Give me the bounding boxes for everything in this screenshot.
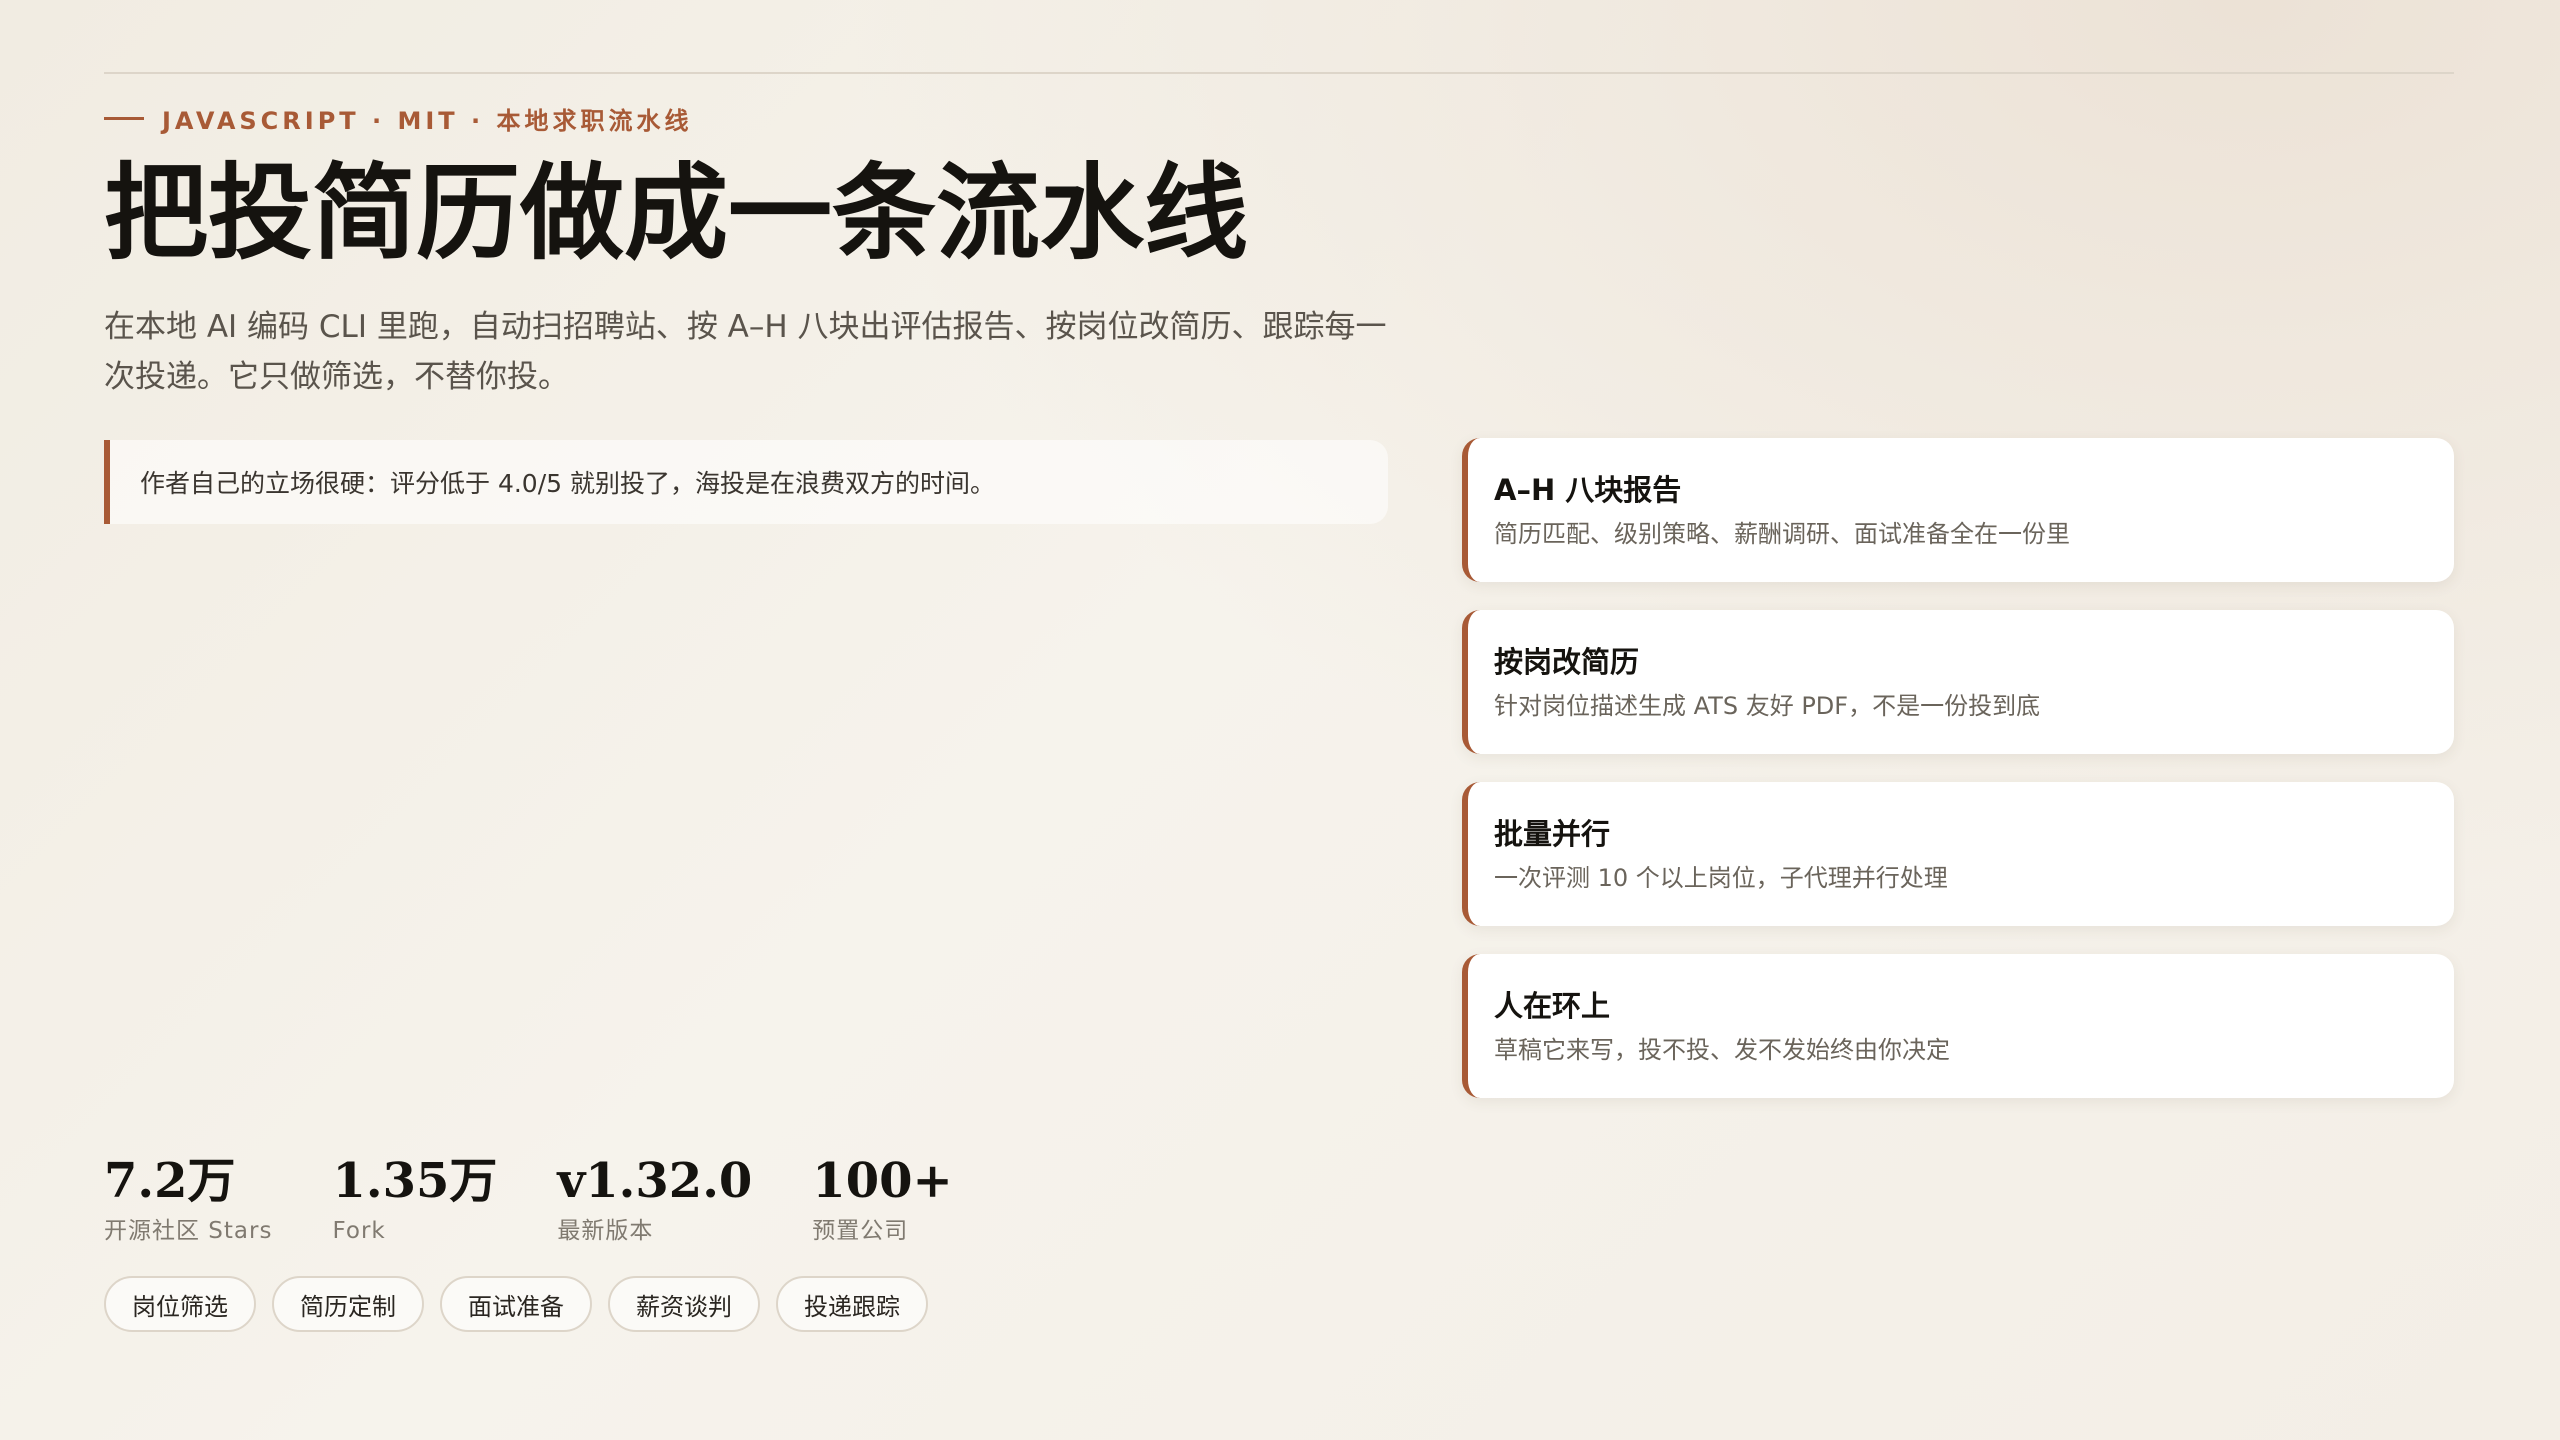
tag-salary-negotiation[interactable]: 薪资谈判 [608,1276,760,1332]
tag-resume-customization[interactable]: 简历定制 [272,1276,424,1332]
tag-job-screening[interactable]: 岗位筛选 [104,1276,256,1332]
stat-version: v1.32.0 最新版本 [557,1148,752,1248]
feature-card: 按岗改简历 针对岗位描述生成 ATS 友好 PDF，不是一份投到底 [1462,610,2454,754]
stat-stars: 7.2万 开源社区 Stars [104,1148,272,1248]
stat-value: 100+ [812,1153,953,1209]
feature-cards: A–H 八块报告 简历匹配、级别策略、薪酬调研、面试准备全在一份里 按岗改简历 … [1462,438,2454,1098]
stat-label: Fork [332,1218,386,1244]
stat-value: 1.35万 [332,1153,498,1209]
tag-application-tracking[interactable]: 投递跟踪 [776,1276,928,1332]
feature-card-title: 人在环上 [1494,989,1611,1023]
stat-value: 7.2万 [104,1153,236,1209]
page-title: 把投简历做成一条流水线 [104,151,1249,274]
stat-forks: 1.35万 Fork [332,1148,497,1248]
feature-card-desc: 一次评测 10 个以上岗位，子代理并行处理 [1494,864,1948,892]
author-quote: 作者自己的立场很硬：评分低于 4.0/5 就别投了，海投是在浪费双方的时间。 [104,440,1388,524]
stat-label: 预置公司 [812,1218,909,1244]
stats-row: 7.2万 开源社区 Stars 1.35万 Fork v1.32.0 最新版本 … [104,1148,953,1248]
eyebrow: JAVASCRIPT · MIT · 本地求职流水线 [104,100,693,136]
feature-card-desc: 草稿它来写，投不投、发不发始终由你决定 [1494,1036,1950,1064]
stat-label: 最新版本 [557,1218,654,1244]
tag-list: 岗位筛选 简历定制 面试准备 薪资谈判 投递跟踪 [104,1276,928,1332]
stat-value: v1.32.0 [557,1153,753,1209]
quote-text: 作者自己的立场很硬：评分低于 4.0/5 就别投了，海投是在浪费双方的时间。 [140,469,995,498]
feature-card-title: 批量并行 [1494,817,1611,851]
top-divider [104,72,2454,74]
feature-card: 人在环上 草稿它来写，投不投、发不发始终由你决定 [1462,954,2454,1098]
stat-companies: 100+ 预置公司 [812,1148,952,1248]
eyebrow-dash [104,116,144,120]
feature-card: 批量并行 一次评测 10 个以上岗位，子代理并行处理 [1462,782,2454,926]
feature-card-desc: 针对岗位描述生成 ATS 友好 PDF，不是一份投到底 [1494,692,2041,720]
feature-card-desc: 简历匹配、级别策略、薪酬调研、面试准备全在一份里 [1494,520,2070,548]
eyebrow-text: JAVASCRIPT · MIT · 本地求职流水线 [162,106,693,135]
feature-card-title: A–H 八块报告 [1494,473,1682,507]
feature-card-title: 按岗改简历 [1494,645,1640,679]
page-subtitle: 在本地 AI 编码 CLI 里跑，自动扫招聘站、按 A–H 八块出评估报告、按岗… [104,309,1387,395]
feature-card: A–H 八块报告 简历匹配、级别策略、薪酬调研、面试准备全在一份里 [1462,438,2454,582]
tag-interview-prep[interactable]: 面试准备 [440,1276,592,1332]
stat-label: 开源社区 Stars [104,1218,273,1244]
